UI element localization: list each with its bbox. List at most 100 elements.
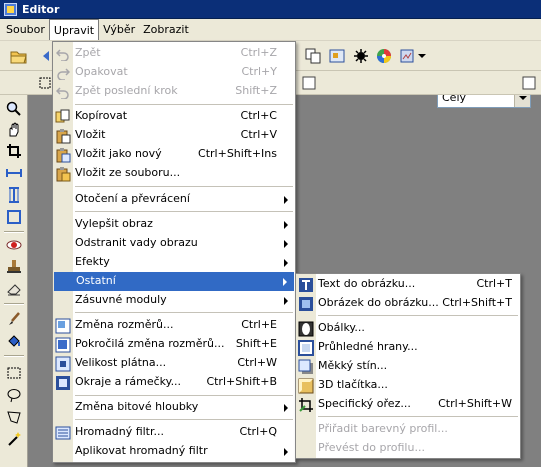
tools-sidebar (0, 95, 28, 467)
submenu-arrow-icon (284, 221, 288, 229)
menu-item-text-do-obrazku[interactable]: Text do obrázku... Ctrl+T (296, 275, 520, 294)
submenu-arrow-icon (284, 297, 288, 305)
menu-item-label: Efekty (75, 255, 110, 268)
menu-vyber[interactable]: Výběr (99, 19, 139, 40)
menu-item-shortcut: Ctrl+C (240, 109, 277, 122)
menu-item-3d-tlacitka[interactable]: 3D tlačítka... (296, 376, 520, 395)
effects-icon[interactable] (396, 45, 418, 67)
open-folder-icon[interactable] (8, 45, 30, 67)
rect-select-icon[interactable] (4, 363, 24, 383)
menu-item-okraje-a-ramecky[interactable]: Okraje a rámečky... Ctrl+Shift+B (53, 373, 295, 392)
menu-item-label: Vylepšit obraz (75, 217, 153, 230)
frame-tool-icon[interactable] (4, 207, 24, 227)
red-eye-icon[interactable] (4, 235, 24, 255)
menu-soubor[interactable]: Soubor (2, 19, 49, 40)
edit-menu-dropdown: Zpět Ctrl+Z Opakovat Ctrl+Y Zpět posledn… (52, 41, 296, 463)
resize-icon (55, 318, 71, 334)
menu-item-label: Přiřadit barevný profil... (318, 422, 448, 435)
hand-tool-icon[interactable] (4, 120, 24, 140)
batch-filter-icon (55, 425, 71, 441)
menu-separator (75, 186, 293, 187)
crop-tool-icon[interactable] (4, 141, 24, 161)
menu-item-prevest-do-profilu[interactable]: Převést do profilu... (296, 439, 520, 458)
menu-item-label: Opakovat (75, 65, 128, 78)
menu-item-pokrocila-zmena-rozmeru[interactable]: Pokročilá změna rozměrů... Shift+E (53, 335, 295, 354)
menu-item-label: Odstranit vady obrazu (75, 236, 198, 249)
settings-cog-icon[interactable] (350, 45, 372, 67)
menu-item-vlozit-jako-novy[interactable]: Vložit jako nový Ctrl+Shift+Ins (53, 145, 295, 164)
menu-separator (318, 315, 518, 316)
app-icon (4, 2, 17, 16)
menu-item-opakovat[interactable]: Opakovat Ctrl+Y (53, 63, 295, 82)
image-info-icon[interactable] (326, 45, 348, 67)
menu-upravit[interactable]: Upravit (48, 19, 100, 40)
menu-item-vylepsit-obraz[interactable]: Vylepšit obraz (53, 215, 295, 234)
menu-item-shortcut: Ctrl+W (237, 356, 277, 369)
menu-item-kopirovat[interactable]: Kopírovat Ctrl+C (53, 107, 295, 126)
polygon-select-icon[interactable] (4, 407, 24, 427)
menu-item-specificky-orez[interactable]: Specifický ořez... Ctrl+Shift+W (296, 395, 520, 414)
option-button-2[interactable] (518, 72, 540, 94)
menu-item-aplikovat-hromadny-filtr[interactable]: Aplikovat hromadný filtr (53, 442, 295, 461)
color-wheel-icon[interactable] (373, 45, 395, 67)
menu-item-zasuvne-moduly[interactable]: Zásuvné moduly (53, 291, 295, 310)
menu-item-hromadny-filtr[interactable]: Hromadný filtr... Ctrl+Q (53, 423, 295, 442)
menu-item-zpet-posledni-krok[interactable]: Zpět poslední krok Shift+Z (53, 82, 295, 101)
undo-icon (55, 46, 71, 62)
menu-item-label: Hromadný filtr... (75, 425, 164, 438)
undo-last-step-icon (55, 84, 71, 100)
menu-item-ostatni[interactable]: Ostatní (54, 272, 294, 291)
menu-item-zmena-rozmeru[interactable]: Změna rozměrů... Ctrl+E (53, 316, 295, 335)
horizontal-measure-icon[interactable] (4, 163, 24, 183)
sidebar-separator (4, 303, 24, 305)
menu-item-zmena-bitove-hloubky[interactable]: Změna bitové hloubky (53, 398, 295, 417)
menu-item-label: Změna rozměrů... (75, 318, 174, 331)
menu-item-obrazek-do-obrazku[interactable]: Obrázek do obrázku... Ctrl+Shift+T (296, 294, 520, 313)
menu-item-shortcut: Shift+Z (235, 84, 277, 97)
menu-item-label: Obrázek do obrázku... (318, 296, 439, 309)
menu-item-vlozit-ze-souboru[interactable]: Vložit ze souboru... (53, 164, 295, 183)
menu-item-zpet[interactable]: Zpět Ctrl+Z (53, 44, 295, 63)
menu-bar: Soubor Upravit Výběr Zobrazit (0, 19, 541, 41)
menu-item-priradit-barevny-profil[interactable]: Přiřadit barevný profil... (296, 420, 520, 439)
menu-item-label: Zpět (75, 46, 101, 59)
vertical-measure-icon[interactable] (4, 185, 24, 205)
menu-item-label: Ostatní (76, 274, 116, 287)
copy-pages-icon[interactable] (302, 45, 324, 67)
menu-item-efekty[interactable]: Efekty (53, 253, 295, 272)
menu-item-obalky[interactable]: Obálky... (296, 319, 520, 338)
brush-tool-icon[interactable] (4, 309, 24, 329)
eraser-tool-icon[interactable] (4, 279, 24, 299)
window-title: Editor (22, 2, 60, 16)
menu-item-label: Kopírovat (75, 109, 128, 122)
menu-upravit-label: Upravit (53, 23, 95, 37)
menu-item-label: Zpět poslední krok (75, 84, 178, 97)
menu-item-shortcut: Ctrl+Y (241, 65, 277, 78)
text-to-image-icon (298, 277, 314, 293)
canvas-size-icon (55, 356, 71, 372)
menu-item-shortcut: Ctrl+Q (239, 425, 277, 438)
menu-separator (318, 416, 518, 417)
menu-item-velikost-platna[interactable]: Velikost plátna... Ctrl+W (53, 354, 295, 373)
menu-item-label: Vložit (75, 128, 106, 141)
magic-wand-icon[interactable] (4, 429, 24, 449)
menu-item-shortcut: Ctrl+Shift+T (442, 296, 512, 309)
menu-item-mekky-stin[interactable]: Měkký stín... (296, 357, 520, 376)
menu-item-otoceni-a-prevraceni[interactable]: Otočení a převrácení (53, 190, 295, 209)
menu-item-label: Převést do profilu... (318, 441, 425, 454)
menu-item-odstranit-vady-obrazu[interactable]: Odstranit vady obrazu (53, 234, 295, 253)
menu-separator (75, 104, 293, 105)
paste-as-new-icon (55, 147, 71, 163)
fill-bucket-icon[interactable] (4, 331, 24, 351)
menu-item-shortcut: Ctrl+Shift+Ins (198, 147, 277, 160)
menu-item-shortcut: Ctrl+Shift+W (438, 397, 512, 410)
zoom-tool-icon[interactable] (4, 99, 24, 119)
effects-dropdown-icon[interactable] (416, 45, 428, 67)
soft-shadow-icon (298, 359, 314, 375)
menu-item-vlozit[interactable]: Vložit Ctrl+V (53, 126, 295, 145)
stamp-tool-icon[interactable] (4, 257, 24, 277)
menu-item-pruhledne-hrany[interactable]: Průhledné hrany... (296, 338, 520, 357)
lasso-tool-icon[interactable] (4, 385, 24, 405)
menu-zobrazit[interactable]: Zobrazit (139, 19, 193, 40)
option-button-1[interactable] (298, 72, 320, 94)
